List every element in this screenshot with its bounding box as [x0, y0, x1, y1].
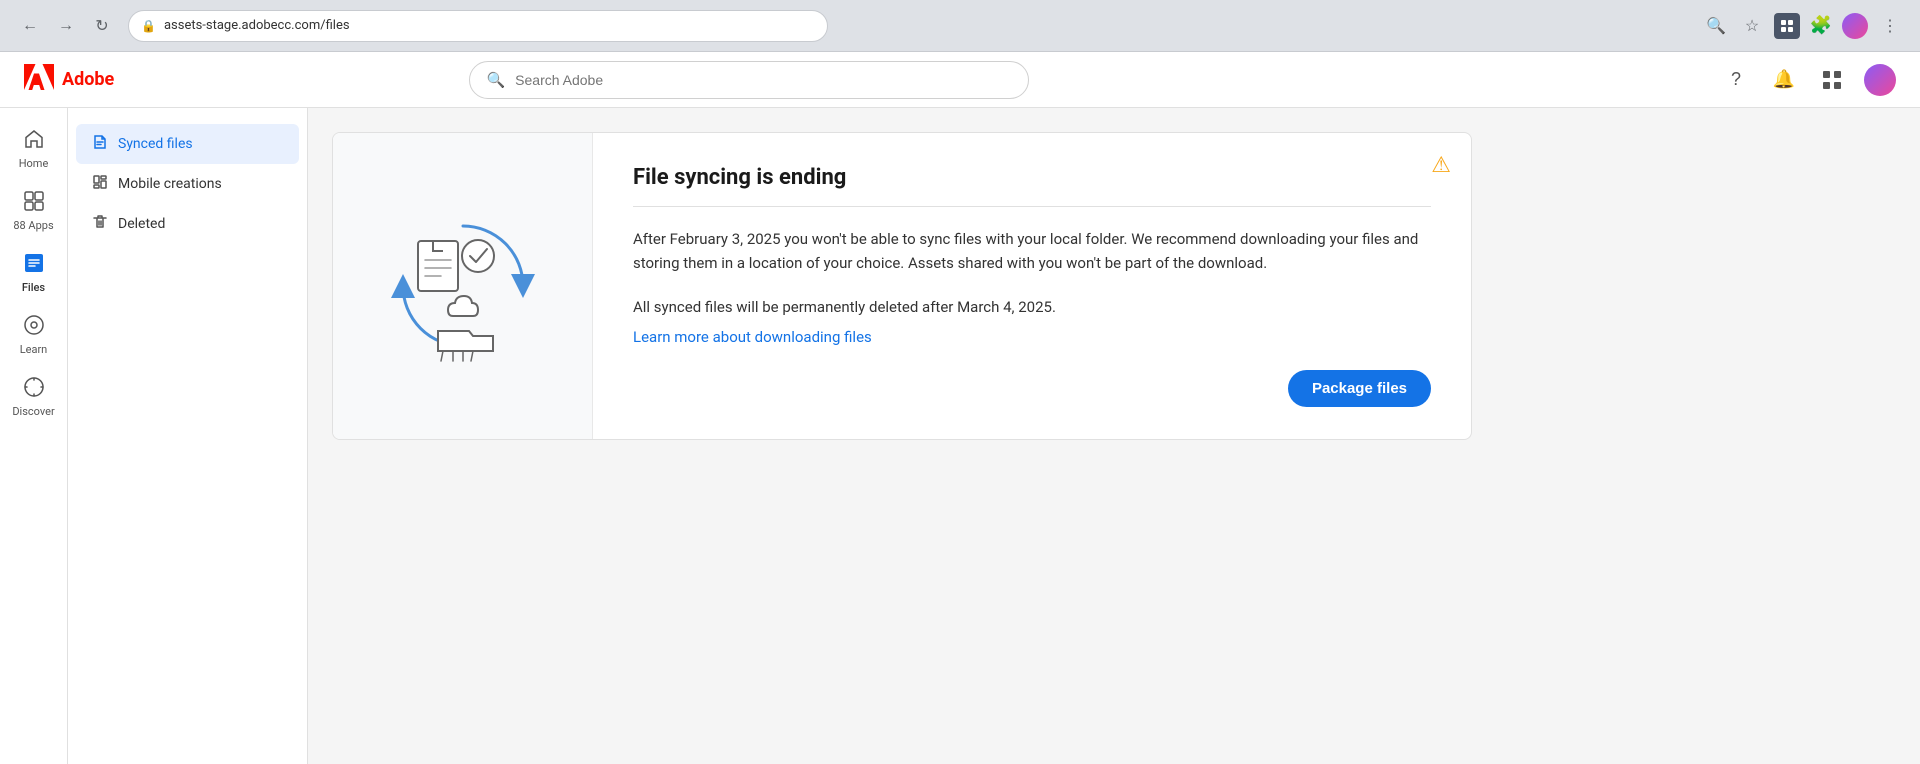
sidebar-mobile-creations[interactable]: Mobile creations: [76, 164, 299, 204]
learn-more-link[interactable]: Learn more about downloading files: [633, 328, 872, 346]
synced-files-label: Synced files: [118, 136, 193, 152]
adobe-logo[interactable]: Adobe: [24, 64, 114, 95]
deleted-label: Deleted: [118, 216, 165, 232]
back-button[interactable]: ←: [16, 12, 44, 40]
notification-content: ⚠ File syncing is ending After February …: [593, 133, 1471, 439]
warning-icon: ⚠: [1431, 153, 1451, 178]
sidebar-item-files[interactable]: Files: [6, 244, 62, 302]
adobe-logo-icon: [24, 64, 54, 95]
browser-search-button[interactable]: 🔍: [1702, 12, 1730, 40]
browser-nav-buttons: ← → ↻: [16, 12, 116, 40]
icon-nav: Home 88 Apps: [0, 108, 68, 764]
sidebar-item-apps[interactable]: 88 Apps: [6, 182, 62, 240]
notification-divider: [633, 206, 1431, 207]
sidebar-synced-files[interactable]: Synced files: [76, 124, 299, 164]
package-files-button[interactable]: Package files: [1288, 370, 1431, 407]
search-bar[interactable]: 🔍: [469, 61, 1029, 99]
top-nav: Adobe 🔍 ? 🔔: [0, 52, 1920, 108]
extension-icon[interactable]: [1774, 13, 1800, 39]
sidebar-deleted[interactable]: Deleted: [76, 204, 299, 244]
content-area: ⚠ File syncing is ending After February …: [308, 108, 1920, 764]
forward-button[interactable]: →: [52, 12, 80, 40]
extensions-button[interactable]: 🧩: [1808, 13, 1834, 39]
sidebar-item-learn[interactable]: Learn: [6, 306, 62, 364]
nav-icons: ? 🔔: [1720, 64, 1896, 96]
notification-sub-text: All synced files will be permanently del…: [633, 295, 1431, 319]
mobile-creations-icon: [92, 174, 108, 194]
learn-icon: [23, 314, 45, 339]
files-icon: [23, 252, 45, 277]
browser-menu-button[interactable]: ⋮: [1876, 12, 1904, 40]
sync-illustration: [363, 186, 563, 386]
search-input[interactable]: [515, 72, 1012, 88]
user-avatar[interactable]: [1864, 64, 1896, 96]
notification-card: ⚠ File syncing is ending After February …: [332, 132, 1472, 440]
notification-body: After February 3, 2025 you won't be able…: [633, 227, 1431, 275]
apps-label: 88 Apps: [13, 219, 53, 232]
browser-chrome: ← → ↻ 🔒 assets-stage.adobecc.com/files 🔍…: [0, 0, 1920, 52]
address-bar[interactable]: 🔒 assets-stage.adobecc.com/files: [128, 10, 828, 42]
refresh-button[interactable]: ↻: [88, 12, 116, 40]
adobe-logo-text: Adobe: [62, 69, 114, 90]
files-label: Files: [22, 281, 45, 294]
sidebar-item-discover[interactable]: Discover: [6, 368, 62, 426]
app-container: Adobe 🔍 ? 🔔: [0, 52, 1920, 764]
notifications-button[interactable]: 🔔: [1768, 64, 1800, 96]
sidebar-item-home[interactable]: Home: [6, 120, 62, 178]
browser-bookmark-button[interactable]: ☆: [1738, 12, 1766, 40]
help-button[interactable]: ?: [1720, 64, 1752, 96]
url-text: assets-stage.adobecc.com/files: [164, 18, 350, 33]
main-body: Home 88 Apps: [0, 108, 1920, 764]
address-bar-icon: 🔒: [141, 19, 156, 33]
notification-title: File syncing is ending: [633, 165, 1431, 190]
discover-icon: [23, 376, 45, 401]
discover-label: Discover: [12, 405, 54, 418]
learn-label: Learn: [20, 343, 48, 356]
apps-grid-button[interactable]: [1816, 64, 1848, 96]
search-icon: 🔍: [486, 71, 505, 89]
deleted-icon: [92, 214, 108, 234]
synced-files-icon: [92, 134, 108, 154]
mobile-creations-label: Mobile creations: [118, 176, 222, 192]
browser-actions: 🔍 ☆ 🧩 ⋮: [1702, 12, 1904, 40]
apps-icon: [23, 190, 45, 215]
home-icon: [23, 128, 45, 153]
notification-illustration: [333, 133, 593, 439]
browser-user-avatar[interactable]: [1842, 13, 1868, 39]
home-label: Home: [19, 157, 49, 170]
secondary-sidebar: Synced files Mobile creations: [68, 108, 308, 764]
